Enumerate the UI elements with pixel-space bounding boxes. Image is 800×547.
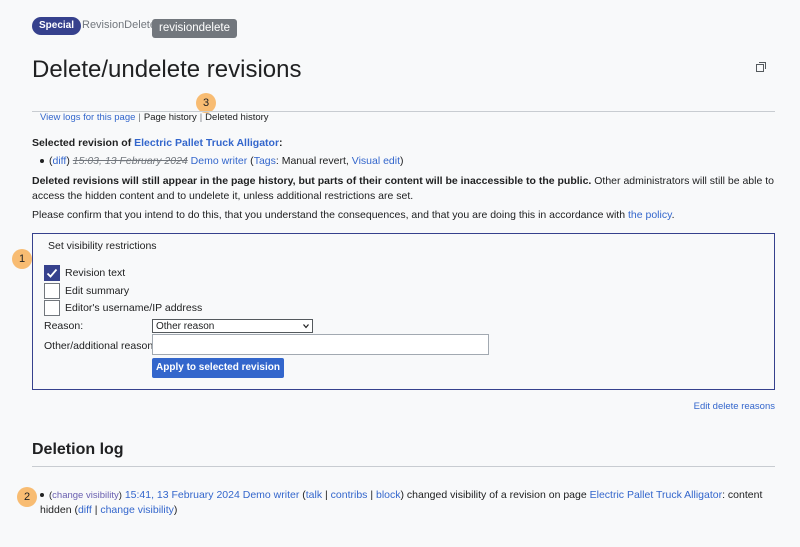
deletion-log-heading: Deletion log <box>32 441 124 458</box>
selected-revision-label: Selected revision of Electric Pallet Tru… <box>32 137 283 149</box>
section-divider <box>32 466 775 467</box>
diff-link[interactable]: diff <box>53 155 67 167</box>
contribs-link[interactable]: contribs <box>331 489 368 501</box>
policy-link[interactable]: the policy <box>628 209 672 221</box>
chevron-down-icon <box>303 324 309 329</box>
fieldset-legend: Set visibility restrictions <box>48 240 157 252</box>
revision-text-checkbox[interactable] <box>44 265 60 281</box>
username-checkbox[interactable] <box>44 300 60 316</box>
user-link[interactable]: Demo writer <box>191 155 248 167</box>
deleted-history-link[interactable]: Deleted history <box>205 112 268 123</box>
block-link[interactable]: block <box>376 489 401 501</box>
warning-paragraph: Deleted revisions will still appear in t… <box>32 175 774 202</box>
page-name-badge: revisiondelete <box>152 19 237 38</box>
confirm-paragraph: Please confirm that you intend to do thi… <box>32 209 675 221</box>
annotation-marker-1: 1 <box>12 249 32 269</box>
reason-selected-value: Other reason <box>156 321 215 332</box>
namespace-badge: Special <box>32 17 82 35</box>
change-visibility-link[interactable]: change visibility <box>52 490 119 501</box>
log-page-link[interactable]: Electric Pallet Truck Alligator <box>590 489 722 501</box>
other-reason-input[interactable] <box>152 334 489 355</box>
revision-timestamp-link[interactable]: 15:03, 13 February 2024 <box>73 155 188 167</box>
username-label[interactable]: Editor's username/IP address <box>65 302 202 314</box>
breadcrumb: RevisionDelete <box>82 19 156 31</box>
reason-select[interactable]: Other reason <box>152 319 313 333</box>
deletion-log-entry: (change visibility) 15:41, 13 February 2… <box>40 489 763 516</box>
tags-link[interactable]: Tags <box>254 155 276 167</box>
talk-link[interactable]: talk <box>306 489 322 501</box>
page-link[interactable]: Electric Pallet Truck Alligator <box>134 137 279 149</box>
edit-delete-reasons-link[interactable]: Edit delete reasons <box>694 401 775 412</box>
visual-edit-tag-link[interactable]: Visual edit <box>352 155 400 167</box>
log-timestamp-link[interactable]: 15:41, 13 February 2024 <box>125 489 240 501</box>
revision-list-item: (diff) 15:03, 13 February 2024 Demo writ… <box>40 155 404 167</box>
page-history-link[interactable]: Page history <box>144 112 197 123</box>
view-logs-link[interactable]: View logs for this page <box>40 112 135 123</box>
edit-summary-label[interactable]: Edit summary <box>65 285 129 297</box>
annotation-marker-3: 3 <box>196 93 216 113</box>
reason-label: Reason: <box>44 320 84 332</box>
revision-text-label[interactable]: Revision text <box>65 267 125 279</box>
apply-button[interactable]: Apply to selected revision <box>152 358 284 378</box>
log-change-visibility-link[interactable]: change visibility <box>100 504 174 516</box>
other-reason-label: Other/additional reason: <box>44 340 157 352</box>
log-user-link[interactable]: Demo writer <box>243 489 300 501</box>
page-title: Delete/undelete revisions <box>32 56 302 83</box>
expand-icon[interactable] <box>756 62 766 72</box>
toplinks: View logs for this page | Page history | Del… <box>40 112 269 123</box>
checkmark-icon <box>46 268 58 278</box>
annotation-marker-2: 2 <box>17 487 37 507</box>
log-diff-link[interactable]: diff <box>78 504 92 516</box>
edit-summary-checkbox[interactable] <box>44 283 60 299</box>
